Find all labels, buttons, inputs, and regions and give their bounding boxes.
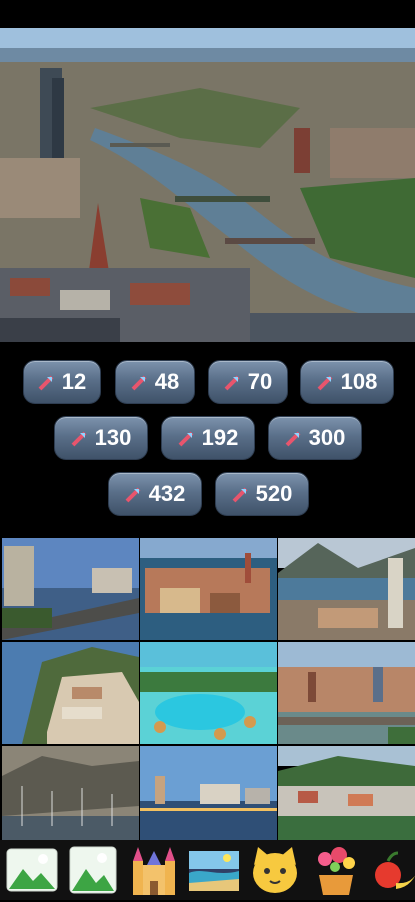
piece-option-130[interactable]: 130 (54, 416, 148, 460)
piece-count-selector: 12 48 70 108 130 192 300 432 520 (0, 350, 415, 530)
piece-option-label: 70 (247, 369, 273, 394)
piece-option-label: 520 (255, 481, 293, 506)
thumbnail-picture (278, 538, 415, 640)
puzzle-arrow-icon (38, 375, 54, 391)
puzzle-arrow-icon (125, 487, 141, 503)
category-fruit[interactable] (370, 843, 415, 897)
puzzle-arrow-icon (224, 375, 240, 391)
category-landscape-2[interactable] (66, 843, 120, 897)
piece-option-520[interactable]: 520 (215, 472, 309, 516)
thumbnail-picture (278, 642, 415, 744)
thumbnail-picture (278, 746, 415, 848)
puzzle-image-marina-hillside[interactable] (2, 746, 139, 848)
puzzle-image-harbor-old-town[interactable] (140, 538, 277, 640)
thumbnail-picture (140, 746, 277, 848)
puzzle-image-cliffside-village[interactable] (2, 642, 139, 744)
piece-option-48[interactable]: 48 (115, 360, 195, 404)
piece-option-label: 48 (154, 369, 180, 394)
piece-option-192[interactable]: 192 (161, 416, 255, 460)
category-bar (0, 840, 415, 900)
piece-option-432[interactable]: 432 (108, 472, 202, 516)
puzzle-arrow-icon (71, 431, 87, 447)
flower-pot-icon (318, 847, 355, 895)
fruit-icon (375, 851, 415, 889)
piece-option-12[interactable]: 12 (23, 360, 101, 404)
puzzle-arrow-icon (232, 487, 248, 503)
thumbnail-picture (2, 642, 139, 744)
category-beach[interactable] (187, 843, 241, 897)
puzzle-image-bay-town-mountains[interactable] (278, 538, 415, 640)
category-landscape-1[interactable] (5, 843, 59, 897)
beach-icon (189, 851, 239, 891)
thumbnail-picture (2, 746, 139, 848)
piece-option-label: 12 (61, 369, 87, 394)
thumbnail-picture (140, 642, 277, 744)
hero-city-photo (0, 28, 415, 342)
piece-option-70[interactable]: 70 (208, 360, 288, 404)
puzzle-image-resort-pool[interactable] (140, 642, 277, 744)
landscape-icon (69, 846, 117, 894)
piece-option-108[interactable]: 108 (300, 360, 394, 404)
thumbnail-picture (2, 538, 139, 640)
puzzle-image-lakeside-village[interactable] (278, 746, 415, 848)
puzzle-image-coastal-skyline[interactable] (2, 538, 139, 640)
hero-image[interactable] (0, 28, 415, 342)
category-flowers[interactable] (309, 843, 363, 897)
puzzle-image-waterfront-skyline[interactable] (140, 746, 277, 848)
piece-option-300[interactable]: 300 (268, 416, 362, 460)
puzzle-image-grid (0, 536, 415, 848)
puzzle-arrow-icon (317, 375, 333, 391)
puzzle-image-river-bridge-city[interactable] (278, 642, 415, 744)
castle-icon (133, 847, 175, 895)
category-cat[interactable] (248, 843, 302, 897)
puzzle-arrow-icon (178, 431, 194, 447)
puzzle-arrow-icon (131, 375, 147, 391)
piece-option-label: 192 (201, 425, 239, 450)
cat-icon (253, 847, 297, 893)
piece-option-label: 108 (340, 369, 378, 394)
piece-option-label: 432 (148, 481, 186, 506)
puzzle-arrow-icon (285, 431, 301, 447)
category-castle[interactable] (127, 843, 181, 897)
piece-option-label: 300 (308, 425, 346, 450)
landscape-icon (6, 848, 58, 892)
piece-option-label: 130 (94, 425, 132, 450)
thumbnail-picture (140, 538, 277, 640)
